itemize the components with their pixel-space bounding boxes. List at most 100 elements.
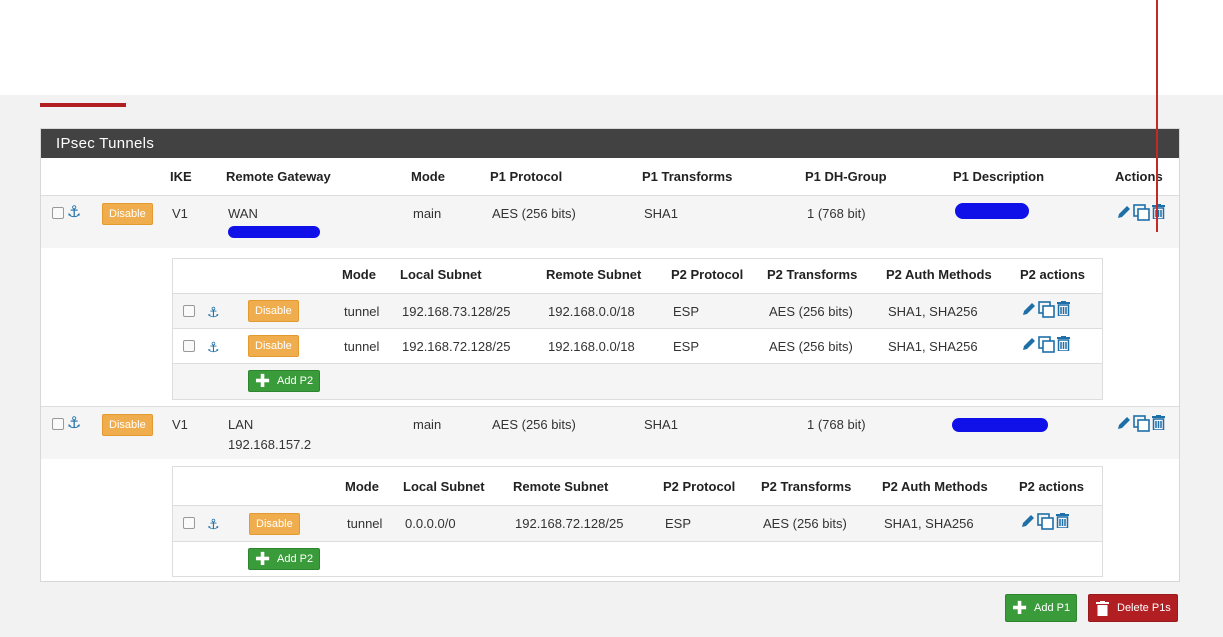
trash-icon[interactable]: [1057, 336, 1070, 351]
p2-row-actions: [1020, 513, 1069, 531]
copy-icon[interactable]: [1037, 513, 1055, 531]
copy-icon[interactable]: [1038, 336, 1056, 354]
p2-auth-methods-value: SHA1, SHA256: [884, 516, 974, 531]
edit-icon[interactable]: [1021, 336, 1037, 352]
remote-gateway: LAN: [228, 417, 254, 432]
redacted-description: [955, 203, 1029, 219]
trash-icon: [1096, 601, 1109, 616]
copy-icon[interactable]: [1133, 204, 1151, 222]
local-subnet-value: 192.168.73.128/25: [402, 304, 511, 319]
p1-protocol-value: AES (256 bits): [492, 206, 576, 221]
trash-icon[interactable]: [1057, 301, 1070, 316]
trash-icon[interactable]: [1152, 204, 1165, 219]
divider: [173, 541, 1102, 542]
table-row: [41, 407, 1179, 459]
disable-button[interactable]: Disable: [249, 513, 300, 535]
header-p2-auth-methods: P2 Auth Methods: [886, 267, 992, 282]
p2-transforms-value: AES (256 bits): [763, 516, 847, 531]
disable-button[interactable]: Disable: [102, 203, 153, 225]
header-p2-mode: Mode: [345, 479, 379, 494]
ipsec-tunnels-panel: IPsec Tunnels IKE Remote Gateway Mode P1…: [40, 128, 1180, 582]
edit-icon[interactable]: [1116, 415, 1132, 431]
local-subnet-value: 192.168.72.128/25: [402, 339, 511, 354]
header-local-subnet: Local Subnet: [403, 479, 485, 494]
header-p2-protocol: P2 Protocol: [671, 267, 744, 282]
phase2-table: Mode Local Subnet Remote Subnet P2 Proto…: [172, 258, 1103, 400]
p2-transforms-value: AES (256 bits): [769, 304, 853, 319]
p2-protocol-value: ESP: [673, 304, 700, 319]
row-checkbox[interactable]: [52, 418, 64, 430]
divider: [173, 328, 1102, 329]
active-tab-indicator: [40, 103, 126, 107]
edit-icon[interactable]: [1021, 301, 1037, 317]
p1-transforms-value: SHA1: [644, 206, 678, 221]
header-remote-gateway: Remote Gateway: [226, 169, 331, 184]
redacted-gateway-address: [228, 226, 320, 238]
phase2-table: Mode Local Subnet Remote Subnet P2 Proto…: [172, 466, 1103, 577]
p2-protocol-value: ESP: [673, 339, 700, 354]
plus-icon: ✚: [255, 549, 271, 569]
edit-icon[interactable]: [1116, 204, 1132, 220]
p2-row-actions: [1021, 336, 1070, 354]
row-checkbox[interactable]: [183, 340, 195, 352]
add-p2-button[interactable]: ✚ Add P2: [248, 370, 321, 392]
p1-dh-group-value: 1 (768 bit): [807, 206, 866, 221]
header-p2-auth-methods: P2 Auth Methods: [882, 479, 988, 494]
header-p1-description: P1 Description: [953, 169, 1045, 184]
header-p2-actions: P2 actions: [1019, 479, 1085, 494]
header-p1-protocol: P1 Protocol: [490, 169, 563, 184]
local-subnet-value: 0.0.0.0/0: [405, 516, 456, 531]
annotation-line: [1156, 0, 1158, 232]
add-p2-label: Add P2: [277, 375, 314, 387]
remote-subnet-value: 192.168.0.0/18: [548, 339, 635, 354]
header-p2-mode: Mode: [342, 267, 376, 282]
header-remote-subnet: Remote Subnet: [513, 479, 609, 494]
add-p2-button[interactable]: ✚ Add P2: [248, 548, 321, 570]
mode-value: main: [413, 206, 442, 221]
copy-icon[interactable]: [1133, 415, 1151, 433]
p2-auth-methods-value: SHA1, SHA256: [888, 304, 978, 319]
anchor-icon[interactable]: ⚓: [67, 205, 81, 221]
anchor-icon[interactable]: ⚓: [67, 416, 81, 432]
remote-subnet-value: 192.168.72.128/25: [515, 516, 624, 531]
add-p1-label: Add P1: [1034, 602, 1071, 614]
anchor-icon[interactable]: ⚓: [207, 516, 220, 532]
header-ike: IKE: [170, 169, 192, 184]
row-checkbox[interactable]: [183, 517, 195, 529]
disable-button[interactable]: Disable: [248, 335, 299, 357]
add-p1-button[interactable]: ✚ Add P1: [1005, 594, 1078, 622]
header-p2-transforms: P2 Transforms: [767, 267, 858, 282]
divider: [173, 363, 1102, 364]
trash-icon[interactable]: [1056, 513, 1069, 528]
header-mode: Mode: [411, 169, 445, 184]
mode-value: main: [413, 417, 442, 432]
p2-auth-methods-value: SHA1, SHA256: [888, 339, 978, 354]
disable-button[interactable]: Disable: [102, 414, 153, 436]
p1-transforms-value: SHA1: [644, 417, 678, 432]
disable-button[interactable]: Disable: [248, 300, 299, 322]
p1-actions: [1116, 415, 1165, 433]
p2-protocol-value: ESP: [665, 516, 692, 531]
trash-icon[interactable]: [1152, 415, 1165, 430]
remote-subnet-value: 192.168.0.0/18: [548, 304, 635, 319]
remote-gateway: WAN: [228, 206, 258, 221]
delete-p1s-button[interactable]: Delete P1s: [1088, 594, 1178, 622]
row-checkbox[interactable]: [183, 305, 195, 317]
copy-icon[interactable]: [1038, 301, 1056, 319]
row-checkbox[interactable]: [52, 207, 64, 219]
edit-icon[interactable]: [1020, 513, 1036, 529]
ike-version: V1: [172, 417, 188, 432]
p2-mode-value: tunnel: [344, 339, 380, 354]
header-remote-subnet: Remote Subnet: [546, 267, 642, 282]
p2-row-actions: [1021, 301, 1070, 319]
p2-mode-value: tunnel: [347, 516, 383, 531]
header-p2-protocol: P2 Protocol: [663, 479, 736, 494]
add-p2-label: Add P2: [277, 553, 314, 565]
anchor-icon[interactable]: ⚓: [207, 304, 220, 320]
anchor-icon[interactable]: ⚓: [207, 339, 220, 355]
header-local-subnet: Local Subnet: [400, 267, 482, 282]
panel-title: IPsec Tunnels: [41, 129, 1179, 158]
header-p1-transforms: P1 Transforms: [642, 169, 733, 184]
p2-mode-value: tunnel: [344, 304, 380, 319]
delete-p1s-label: Delete P1s: [1117, 602, 1171, 614]
